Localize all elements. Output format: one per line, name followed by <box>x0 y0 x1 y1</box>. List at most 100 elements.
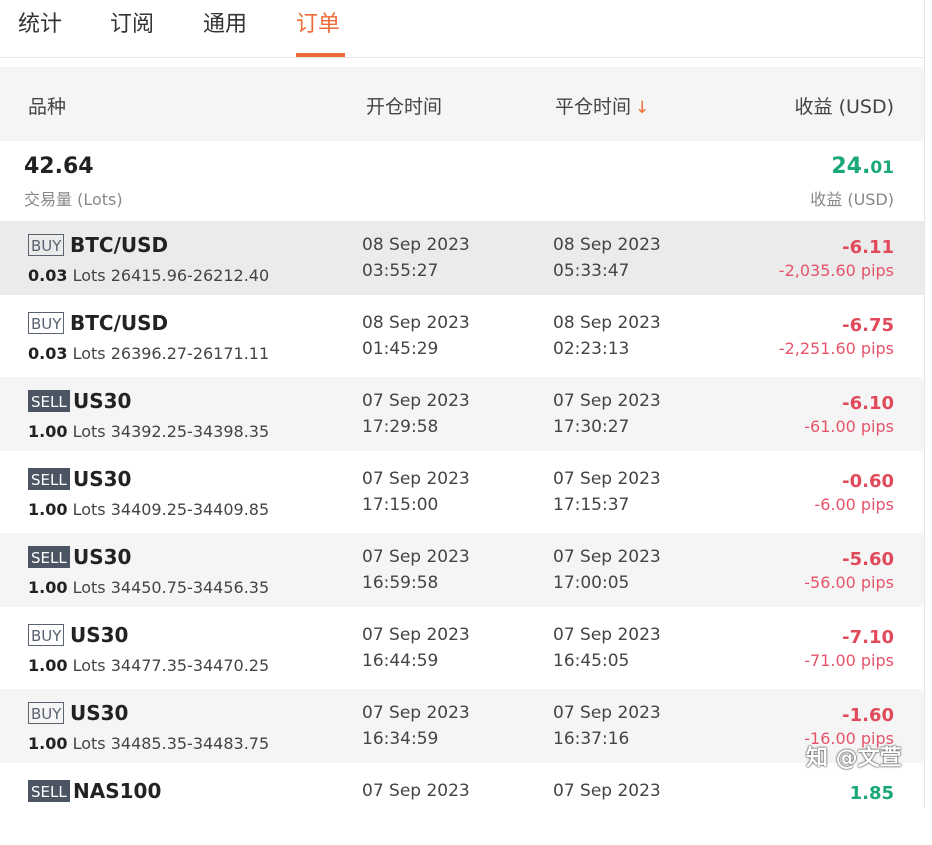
order-profit: 1.85 <box>849 783 894 804</box>
order-pips: -61.00 pips <box>804 417 894 436</box>
order-profit: -6.10 <box>842 393 894 414</box>
open-time: 16:44:59 <box>362 651 439 671</box>
side-badge: BUY <box>28 624 65 646</box>
order-lots-unit: Lots <box>72 344 106 363</box>
open-time: 17:29:58 <box>362 417 439 437</box>
side-badge: SELL <box>28 780 70 802</box>
order-row[interactable]: SELL US30 1.00 Lots 34409.25-34409.85 07 Se… <box>0 455 924 533</box>
order-pips: -56.00 pips <box>804 573 894 592</box>
order-row[interactable]: BUY US30 1.00 Lots 34477.35-34470.25 07 Sep… <box>0 611 924 689</box>
order-lots: 1.00 <box>28 656 68 675</box>
order-lots-unit: Lots <box>72 500 106 519</box>
open-time: 16:34:59 <box>362 729 439 749</box>
order-row[interactable]: BUY BTC/USD 0.03 Lots 26396.27-26171.11 08 … <box>0 299 924 377</box>
order-profit: -7.10 <box>842 627 894 648</box>
summary-row: 42.64 交易量 (Lots) 24.01 收益 (USD) <box>0 141 924 221</box>
order-row[interactable]: SELL NAS100 07 Sep 2023 07 Sep 2023 1.85 <box>0 767 924 845</box>
total-profit: 24.01 <box>831 154 894 179</box>
order-price-range: 34392.25-34398.35 <box>110 422 270 441</box>
total-profit-dec: 01 <box>870 158 894 178</box>
table-header: 品种 开仓时间 平仓时间 ↓ 收益 (USD) <box>0 67 924 141</box>
order-lots: 1.00 <box>28 578 68 597</box>
side-badge: BUY <box>28 312 65 334</box>
total-profit-label: 收益 (USD) <box>810 190 894 209</box>
order-profit: -0.60 <box>842 471 894 492</box>
order-symbol: US30 <box>73 467 132 491</box>
order-lots-unit: Lots <box>72 656 106 675</box>
order-row[interactable]: SELL US30 1.00 Lots 34392.25-34398.35 07 Se… <box>0 377 924 455</box>
tab-subscription[interactable]: 订阅 <box>110 6 154 38</box>
side-badge: SELL <box>28 390 70 412</box>
column-header-profit[interactable]: 收益 (USD) <box>795 92 894 119</box>
order-row[interactable]: BUY US30 1.00 Lots 34485.35-34483.75 07 Sep… <box>0 689 924 767</box>
watermark: 知 @文萱 <box>806 746 902 771</box>
order-lots: 1.00 <box>28 422 68 441</box>
close-time: 02:23:13 <box>553 339 630 359</box>
close-date: 07 Sep 2023 <box>553 703 661 723</box>
open-time: 01:45:29 <box>362 339 439 359</box>
open-date: 07 Sep 2023 <box>362 547 470 567</box>
close-date: 07 Sep 2023 <box>553 625 661 645</box>
order-symbol: BTC/USD <box>70 311 169 335</box>
order-row[interactable]: SELL US30 1.00 Lots 34450.75-34456.35 07 Se… <box>0 533 924 611</box>
order-price-range: 34477.35-34470.25 <box>110 656 270 675</box>
order-price-range: 34409.25-34409.85 <box>110 500 270 519</box>
order-profit: -6.11 <box>842 237 894 258</box>
order-price-range: 34485.35-34483.75 <box>110 734 270 753</box>
column-header-symbol: 品种 <box>28 96 67 118</box>
total-profit-int: 24. <box>831 154 871 179</box>
close-time: 17:30:27 <box>553 417 630 437</box>
open-time: 17:15:00 <box>362 495 439 515</box>
column-header-close-time[interactable]: 平仓时间 ↓ <box>555 92 649 119</box>
order-lots-unit: Lots <box>72 266 106 285</box>
order-symbol: NAS100 <box>73 779 162 803</box>
tab-orders[interactable]: 订单 <box>296 6 340 38</box>
close-date: 07 Sep 2023 <box>553 547 661 567</box>
order-pips: -71.00 pips <box>804 651 894 670</box>
close-date: 08 Sep 2023 <box>553 313 661 333</box>
close-date: 07 Sep 2023 <box>553 469 661 489</box>
order-lots-line: 1.00 Lots 34485.35-34483.75 <box>28 734 269 753</box>
order-profit: -5.60 <box>842 549 894 570</box>
tab-general[interactable]: 通用 <box>203 6 247 38</box>
close-time: 16:37:16 <box>553 729 630 749</box>
order-lots: 1.00 <box>28 734 68 753</box>
order-row[interactable]: BUY BTC/USD 0.03 Lots 26415.96-26212.40 08 … <box>0 221 924 299</box>
order-lots: 1.00 <box>28 500 68 519</box>
close-time: 05:33:47 <box>553 261 630 281</box>
close-time: 16:45:05 <box>553 651 630 671</box>
order-lots-unit: Lots <box>72 734 106 753</box>
order-lots-line: 1.00 Lots 34409.25-34409.85 <box>28 500 269 519</box>
total-lots: 42.64 <box>24 154 94 179</box>
close-time: 17:15:37 <box>553 495 630 515</box>
open-date: 07 Sep 2023 <box>362 781 470 801</box>
order-price-range: 26396.27-26171.11 <box>110 344 270 363</box>
side-badge: SELL <box>28 546 70 568</box>
total-lots-label: 交易量 (Lots) <box>24 190 123 209</box>
tab-bar: 统计 订阅 通用 订单 <box>0 0 924 58</box>
open-date: 07 Sep 2023 <box>362 703 470 723</box>
scrollbar[interactable] <box>924 0 932 807</box>
order-pips: -2,251.60 pips <box>778 339 894 358</box>
close-time: 17:00:05 <box>553 573 630 593</box>
sort-desc-icon: ↓ <box>635 98 650 118</box>
order-lots-line: 0.03 Lots 26415.96-26212.40 <box>28 266 269 285</box>
open-date: 08 Sep 2023 <box>362 313 470 333</box>
order-lots-unit: Lots <box>72 422 106 441</box>
open-date: 08 Sep 2023 <box>362 235 470 255</box>
order-lots-line: 1.00 Lots 34450.75-34456.35 <box>28 578 269 597</box>
order-profit: -1.60 <box>842 705 894 726</box>
order-profit: -6.75 <box>842 315 894 336</box>
tab-statistics[interactable]: 统计 <box>18 6 62 38</box>
close-date: 08 Sep 2023 <box>553 235 661 255</box>
open-date: 07 Sep 2023 <box>362 391 470 411</box>
order-symbol: US30 <box>70 623 129 647</box>
column-header-open-time[interactable]: 开仓时间 <box>366 92 442 119</box>
order-price-range: 26415.96-26212.40 <box>110 266 270 285</box>
close-date: 07 Sep 2023 <box>553 781 661 801</box>
order-pips: -2,035.60 pips <box>778 261 894 280</box>
open-date: 07 Sep 2023 <box>362 469 470 489</box>
side-badge: BUY <box>28 702 65 724</box>
order-lots: 0.03 <box>28 266 68 285</box>
order-symbol: BTC/USD <box>70 233 169 257</box>
